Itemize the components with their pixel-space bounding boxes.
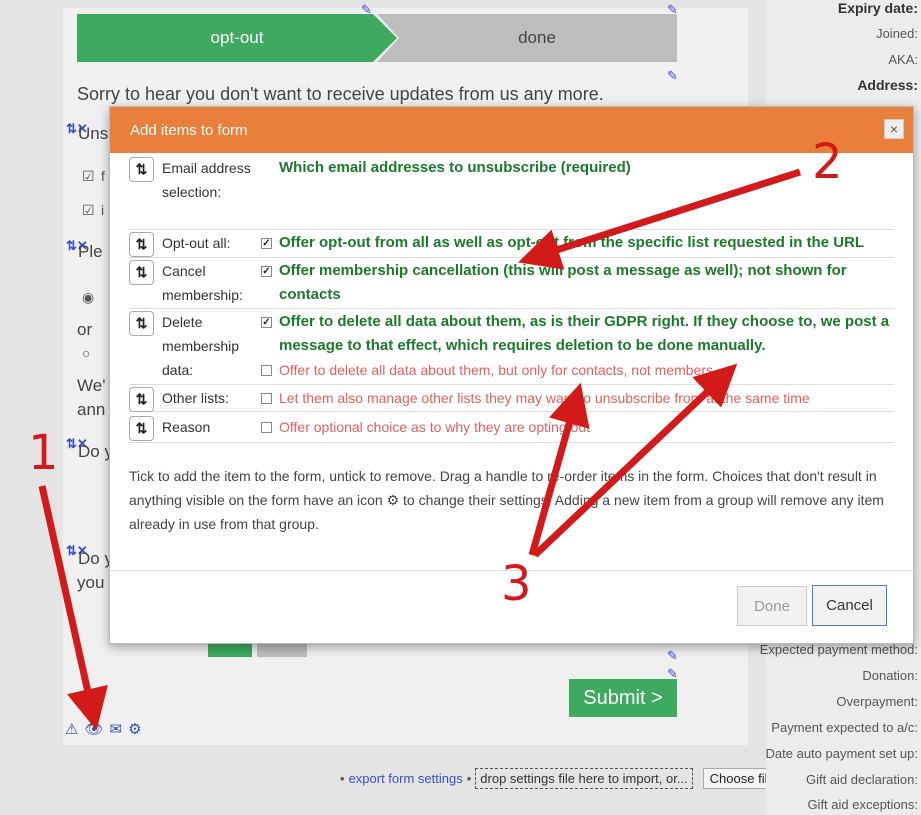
item-option-text: Offer opt-out from all as well as opt-ou…: [279, 234, 865, 251]
settings-import-export: • export form settings • drop settings f…: [340, 768, 782, 789]
item-option-text: Which email addresses to unsubscribe (re…: [279, 159, 631, 176]
bg-radio-fragment: ○: [82, 345, 91, 361]
item-option[interactable]: Let them also manage other lists they ma…: [129, 386, 894, 410]
sorry-text: Sorry to hear you don't want to receive …: [77, 84, 604, 104]
bullet: •: [340, 771, 345, 786]
submit-button[interactable]: Submit >: [569, 679, 677, 717]
eye-icon[interactable]: 👁: [84, 720, 103, 738]
dialog-header: Add items to form ×: [110, 107, 913, 153]
bg-text-fragment: Do y: [78, 549, 113, 568]
dialog-title: Add items to form: [130, 121, 248, 139]
edit-pencil-icon[interactable]: ✎: [667, 648, 678, 664]
item-option-text: Offer to delete all data about them, but…: [279, 362, 717, 378]
bg-text-fragment: We': [77, 376, 106, 395]
bg-choice-button[interactable]: [257, 643, 307, 657]
settings-drop-zone[interactable]: drop settings file here to import, or...: [475, 768, 693, 789]
form-toolbar: ⚠ 👁 ✉ ⚙: [65, 720, 142, 738]
item-row: ⇅ Opt-out all: ✓ Offer opt-out from all as …: [129, 230, 894, 258]
bg-text-fragment: Ple: [78, 242, 103, 261]
sidebar-label-expiry: Expiry date:: [837, 0, 918, 16]
export-settings-link[interactable]: export form settings: [349, 771, 463, 786]
sidebar-label-donation: Donation:: [862, 668, 918, 683]
help-text: Tick to add the item to the form, untick…: [129, 468, 884, 532]
item-options: Offer optional choice as to why they are…: [129, 415, 894, 439]
bg-text-fragment: f: [101, 168, 105, 184]
close-icon[interactable]: ×: [884, 119, 904, 139]
bg-text-fragment: Do y: [78, 442, 113, 461]
item-option-text: Offer to delete all data about them, as …: [279, 313, 890, 354]
checkbox-unchecked[interactable]: [261, 422, 272, 433]
warning-icon[interactable]: ⚠: [65, 720, 78, 738]
item-option-text: Let them also manage other lists they ma…: [279, 390, 810, 406]
item-row: ⇅ Email address selection: Which email add…: [129, 152, 894, 230]
gear-icon[interactable]: ⚙: [128, 720, 141, 738]
done-button[interactable]: Done: [737, 586, 807, 626]
bg-text-fragment: ann: [77, 400, 106, 419]
item-options: ✓ Offer to delete all data about them, as…: [129, 310, 894, 382]
bullet: •: [466, 771, 472, 786]
progress-steps: opt-out done: [77, 14, 677, 62]
item-options: Which email addresses to unsubscribe (re…: [129, 156, 894, 180]
item-option-text: Offer optional choice as to why they are…: [279, 419, 591, 435]
sidebar-label-gift-aid: Gift aid declaration:: [805, 772, 918, 787]
edit-pencil-icon[interactable]: ✎: [667, 68, 678, 84]
item-row: ⇅ Delete membership data: ✓ Offer to delete…: [129, 309, 894, 385]
sidebar-label-payment-method: Expected payment method:: [759, 642, 918, 657]
checkbox-unchecked[interactable]: [261, 365, 272, 376]
sidebar-label-overpayment: Overpayment:: [836, 694, 918, 709]
item-row: ⇅ Other lists: Let them also manage other …: [129, 385, 894, 412]
item-option[interactable]: ✓ Offer membership cancellation (this wil…: [129, 259, 894, 307]
annotation-number-3: 3: [501, 556, 532, 612]
cancel-button[interactable]: Cancel: [812, 585, 887, 626]
checkbox-checked[interactable]: ✓: [261, 266, 272, 277]
item-options: ✓ Offer opt-out from all as well as opt-o…: [129, 231, 894, 255]
item-option[interactable]: ✓ Offer opt-out from all as well as opt-o…: [129, 231, 894, 255]
step-opt-out[interactable]: opt-out: [77, 14, 397, 62]
sidebar-label-payment-account: Payment expected to a/c:: [771, 720, 918, 735]
checkbox-checked[interactable]: ✓: [261, 317, 272, 328]
item-option[interactable]: Which email addresses to unsubscribe (re…: [129, 156, 894, 180]
annotation-number-2: 2: [812, 134, 843, 190]
sidebar-label-gift-aid-exceptions: Gift aid exceptions:: [807, 797, 918, 812]
envelope-icon[interactable]: ✉: [110, 720, 123, 738]
sidebar-label-aka: AKA:: [888, 52, 918, 67]
bg-text-fragment: or: [77, 320, 93, 339]
item-option[interactable]: Offer to delete all data about them, but…: [129, 358, 894, 382]
edit-pencil-icon[interactable]: ✎: [667, 2, 678, 18]
bg-radio-fragment: ◉: [82, 289, 95, 305]
item-options: ✓ Offer membership cancellation (this wil…: [129, 259, 894, 307]
annotation-number-1: 1: [28, 425, 59, 481]
sidebar-label-address: Address:: [857, 77, 918, 93]
sidebar-label-joined: Joined:: [876, 26, 918, 41]
item-option[interactable]: Offer optional choice as to why they are…: [129, 415, 894, 439]
item-option-text: Offer membership cancellation (this will…: [279, 262, 847, 303]
bg-choice-button[interactable]: [208, 643, 252, 657]
item-row: ⇅ Cancel membership: ✓ Offer membership can…: [129, 258, 894, 309]
bg-text-fragment: i: [101, 202, 105, 218]
checkbox-unchecked[interactable]: [261, 393, 272, 404]
bg-checkbox-fragment: ☑: [82, 202, 95, 218]
item-options: Let them also manage other lists they ma…: [129, 386, 894, 410]
bg-text-fragment: Uns: [78, 124, 109, 143]
item-row: ⇅ Reason Offer optional choice as to why t…: [129, 412, 894, 443]
bg-text-fragment: you: [77, 573, 105, 592]
edit-pencil-icon[interactable]: ✎: [361, 2, 372, 18]
item-option[interactable]: ✓ Offer to delete all data about them, as…: [129, 310, 894, 358]
step-done[interactable]: done: [377, 14, 677, 62]
bg-checkbox-fragment: ☑: [82, 168, 95, 184]
checkbox-checked[interactable]: ✓: [261, 238, 272, 249]
sidebar-label-auto-payment: Date auto payment set up:: [765, 746, 918, 761]
